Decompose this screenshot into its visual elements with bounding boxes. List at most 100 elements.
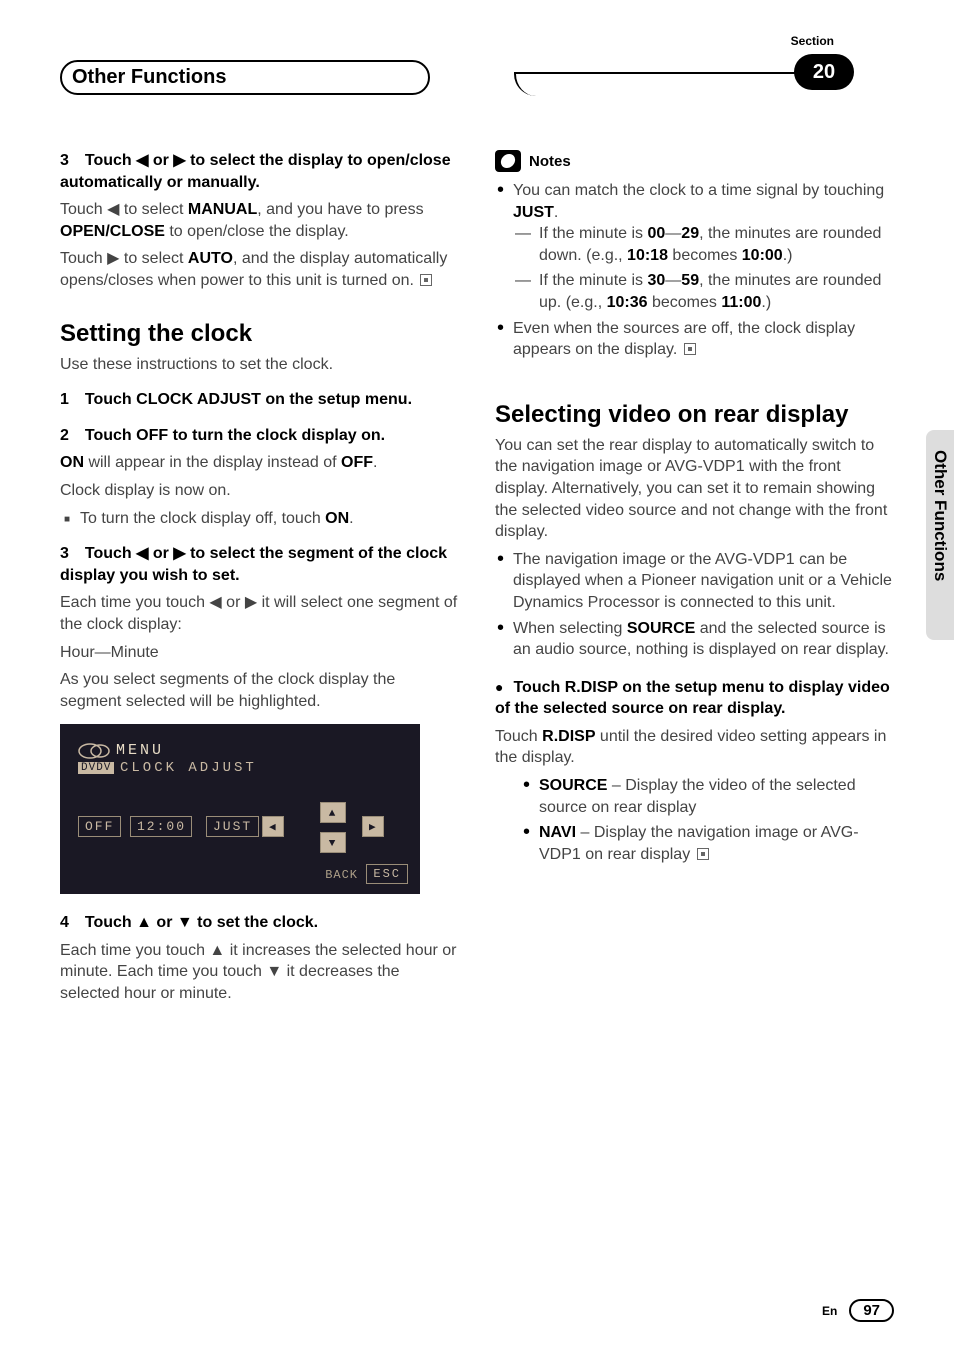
rear-display-heading: Selecting video on rear display [495, 401, 894, 429]
page-footer: En 97 [822, 1299, 894, 1322]
step3-head: 3 Touch ◀ or ▶ to select the display to … [60, 150, 459, 193]
right-triangle-icon: ▶ [369, 822, 378, 834]
up-triangle-icon: ▲ [329, 808, 338, 820]
rdisp-word: R.DISP [542, 728, 595, 745]
t: When selecting [513, 620, 627, 637]
lcd-up-button[interactable]: ▲ [320, 802, 346, 823]
rear-step-head: Touch R.DISP on the setup menu to displa… [495, 677, 894, 720]
n30: 30 [648, 272, 666, 289]
lcd-esc-button[interactable]: ESC [366, 864, 408, 884]
page-number: 97 [849, 1299, 894, 1322]
page-root: Other Functions Section 20 Other Functio… [0, 0, 954, 1352]
section-label-text: Section [791, 34, 834, 48]
clock-step2-bullet: To turn the clock display off, touch ON. [60, 508, 459, 530]
clock-adjust-screenshot: MENU DVDV CLOCK ADJUST OFF 12:00 JUST ◀ … [60, 724, 420, 894]
t: Touch [495, 728, 542, 745]
t: To turn the clock display off, touch [80, 510, 325, 527]
t: becomes [668, 247, 742, 264]
n00: 00 [648, 225, 666, 242]
section-number-pill: 20 [794, 54, 854, 90]
section-end-icon [420, 274, 432, 286]
clock-step2-l2: Clock display is now on. [60, 480, 459, 502]
t: If the minute is [539, 225, 648, 242]
off-word: OFF [341, 454, 373, 471]
t1036: 10:36 [607, 294, 648, 311]
notes-label: Notes [529, 153, 571, 170]
clock-step3-head: 3 Touch ◀ or ▶ to select the segment of … [60, 543, 459, 586]
t: .) [783, 247, 793, 264]
sidebar-chapter-label: Other Functions [930, 450, 950, 581]
t: 3 Touch ◀ or ▶ to select the segment of … [60, 545, 447, 584]
t: Touch R.DISP on the setup menu to displa… [495, 679, 890, 718]
pencil-note-icon [495, 150, 521, 172]
clock-step2-l1: ON will appear in the display instead of… [60, 452, 459, 474]
t: .) [761, 294, 771, 311]
t1100: 11:00 [721, 294, 761, 311]
lcd-right-button[interactable]: ▶ [362, 816, 384, 837]
auto-word: AUTO [188, 250, 233, 267]
t: 4 Touch ▲ or ▼ to set the clock. [60, 914, 318, 931]
lcd-just-button[interactable]: JUST [206, 816, 259, 837]
rear-bullets: The navigation image or the AVG-VDP1 can… [495, 549, 894, 661]
lcd-off-button[interactable]: OFF [78, 816, 121, 837]
clock-step3-l1: Each time you touch ◀ or ▶ it will selec… [60, 592, 459, 635]
t: — [665, 272, 681, 289]
lcd-menu-label: MENU [116, 742, 164, 759]
disc-icon [78, 742, 110, 760]
left-column: 3 Touch ◀ or ▶ to select the display to … [60, 150, 459, 1011]
clock-step1: 1 Touch CLOCK ADJUST on the setup menu. [60, 389, 459, 411]
t1018: 10:18 [627, 247, 668, 264]
rear-intro: You can set the rear display to automati… [495, 435, 894, 543]
right-column: Notes You can match the clock to a time … [495, 150, 894, 1011]
step3-line1: Touch ◀ to select MANUAL, and you have t… [60, 199, 459, 242]
t: If the minute is [539, 272, 648, 289]
lcd-back-button[interactable]: BACK [319, 866, 364, 884]
clock-step1-head: 1 Touch CLOCK ADJUST on the setup menu. [60, 391, 412, 408]
lcd-submenu-label: CLOCK ADJUST [120, 760, 257, 776]
source-opt: SOURCE [539, 777, 607, 794]
lcd-down-button[interactable]: ▼ [320, 832, 346, 853]
clock-step4-head: 4 Touch ▲ or ▼ to set the clock. [60, 912, 459, 934]
lcd-dvdv-badge: DVDV [78, 762, 114, 774]
on-word: ON [60, 454, 84, 471]
notes-list: You can match the clock to a time signal… [495, 180, 894, 361]
note1-sub2: If the minute is 30—59, the minutes are … [513, 270, 894, 313]
note-item-1: You can match the clock to a time signal… [513, 180, 894, 314]
rear-options: SOURCE – Display the video of the select… [495, 775, 894, 865]
rear-option-navi: NAVI – Display the navigation image or A… [539, 822, 894, 865]
notes-header: Notes [495, 150, 894, 172]
t: to open/close the display. [165, 223, 349, 240]
t: . [349, 510, 353, 527]
step3-line2: Touch ▶ to select AUTO, and the display … [60, 248, 459, 291]
t: 2 Touch OFF to turn the clock display on… [60, 427, 385, 444]
rear-bullet-1: The navigation image or the AVG-VDP1 can… [513, 549, 894, 614]
step3-head-text: 3 Touch ◀ or ▶ to select the display to … [60, 152, 451, 191]
t: , and you have to press [257, 201, 423, 218]
t: becomes [648, 294, 722, 311]
openclose-word: OPEN/CLOSE [60, 223, 165, 240]
t1000: 10:00 [742, 247, 783, 264]
t: . [554, 204, 558, 221]
source-word: SOURCE [627, 620, 695, 637]
navi-opt: NAVI [539, 824, 576, 841]
on-word-2: ON [325, 510, 349, 527]
t: . [373, 454, 377, 471]
lcd-left-button[interactable]: ◀ [262, 816, 284, 837]
clock-step3-l3: As you select segments of the clock disp… [60, 669, 459, 712]
note-item-2: Even when the sources are off, the clock… [513, 318, 894, 361]
lcd-time-value[interactable]: 12:00 [130, 816, 192, 837]
section-end-icon [697, 848, 709, 860]
clock-step2-head: 2 Touch OFF to turn the clock display on… [60, 425, 459, 447]
t: You can match the clock to a time signal… [513, 182, 884, 199]
header-bar: Other Functions Section 20 [60, 40, 894, 90]
rear-option-source: SOURCE – Display the video of the select… [539, 775, 894, 818]
chapter-title: Other Functions [60, 60, 430, 95]
clock-step3-l2: Hour—Minute [60, 642, 459, 664]
left-triangle-icon: ◀ [269, 822, 278, 834]
down-triangle-icon: ▼ [329, 838, 338, 850]
rear-bullet-2: When selecting SOURCE and the selected s… [513, 618, 894, 661]
rear-step-l1: Touch R.DISP until the desired video set… [495, 726, 894, 769]
header-curve [514, 72, 834, 96]
clock-step4-l1: Each time you touch ▲ it increases the s… [60, 940, 459, 1005]
just-word: JUST [513, 204, 554, 221]
